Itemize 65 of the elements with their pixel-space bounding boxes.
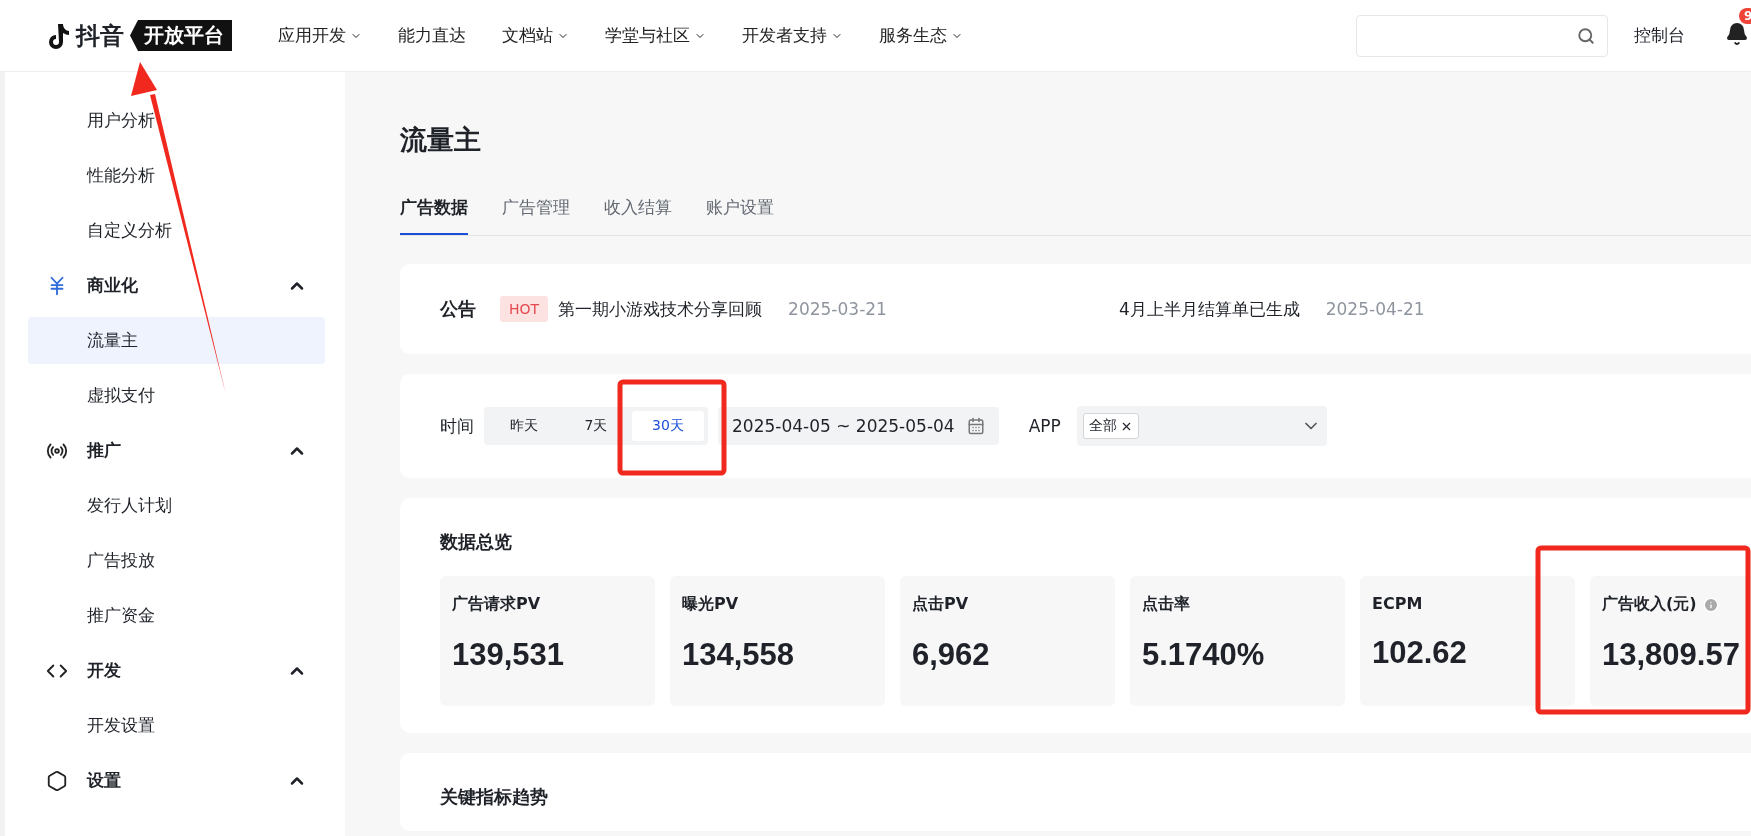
sidebar-item[interactable]: 用户分析	[28, 97, 325, 144]
sidebar-item[interactable]: 广告投放	[28, 537, 325, 584]
calendar-icon	[966, 417, 985, 435]
console-link[interactable]: 控制台	[1634, 24, 1685, 47]
hot-tag: HOT	[500, 296, 549, 322]
sidebar-group-label: 商业化	[87, 274, 138, 297]
announcement-link[interactable]: 4月上半月结算单已生成	[1118, 297, 1300, 321]
announcement-date: 2025-03-21	[788, 299, 887, 319]
section-title: 关键指标趋势	[440, 785, 549, 809]
hexagon-icon	[46, 769, 68, 792]
brand-name: 抖音	[76, 20, 124, 52]
metric-label: 曝光PV	[682, 594, 739, 615]
metric-value: 6,962	[912, 637, 991, 673]
sidebar-group[interactable]: 开发	[28, 647, 325, 694]
notification-count: 9	[1739, 7, 1751, 24]
tab[interactable]: 广告数据	[400, 196, 468, 235]
app-label: APP	[1028, 416, 1061, 436]
search-icon	[1577, 26, 1595, 45]
metric-label: 广告请求PV	[452, 594, 541, 615]
sidebar-item[interactable]: 开发设置	[28, 702, 325, 749]
tab[interactable]: 账户设置	[706, 196, 774, 235]
range-option[interactable]: 昨天	[488, 411, 560, 441]
platform-badge: 开放平台	[130, 20, 232, 51]
range-option[interactable]: 30天	[632, 411, 704, 441]
announcement-date: 2025-04-21	[1325, 299, 1425, 319]
sidebar-group[interactable]: 商业化	[28, 262, 325, 309]
sidebar-group-label: 设置	[87, 769, 121, 792]
bell-icon[interactable]	[1725, 21, 1749, 46]
section-title: 数据总览	[440, 530, 513, 554]
metric-label: ECPM	[1372, 594, 1423, 613]
metric-label: 点击率	[1142, 594, 1190, 615]
sidebar-item[interactable]: 发行人计划	[28, 482, 325, 529]
sidebar-item[interactable]: 自定义分析	[28, 207, 325, 254]
app-select[interactable]: 全部	[1076, 406, 1327, 446]
announcement-link[interactable]: 第一期小游戏技术分享回顾	[558, 297, 763, 321]
announcement-label: 公告	[440, 297, 476, 321]
sidebar-item[interactable]: 流量主	[28, 317, 325, 364]
page-title: 流量主	[400, 123, 482, 157]
metric-label: 广告收入(元)	[1602, 594, 1697, 615]
nav-link[interactable]: 服务生态	[861, 24, 981, 47]
app-tag[interactable]: 全部	[1082, 413, 1139, 439]
tab[interactable]: 广告管理	[502, 196, 570, 235]
sidebar-group-label: 开发	[87, 659, 121, 682]
time-label: 时间	[440, 414, 474, 438]
sidebar-item[interactable]: 推广资金	[28, 592, 325, 639]
nav-link[interactable]: 文档站	[484, 24, 587, 47]
tab[interactable]: 收入结算	[604, 196, 672, 235]
date-range-field[interactable]: 2025-04-05 ~ 2025-05-04	[718, 407, 999, 445]
sidebar-group[interactable]: 推广	[28, 427, 325, 474]
sidebar-item[interactable]: 性能分析	[28, 152, 325, 199]
metric-label: 点击PV	[912, 594, 969, 615]
sidebar-item[interactable]: 虚拟支付	[28, 372, 325, 419]
nav-link[interactable]: 开发者支持	[724, 24, 861, 47]
sidebar-group-label: 推广	[87, 439, 121, 462]
sidebar-group[interactable]: 设置	[28, 757, 325, 804]
nav-link[interactable]: 学堂与社区	[587, 24, 724, 47]
metric-value: 102.62	[1372, 635, 1468, 671]
metric-value: 134,558	[682, 637, 796, 673]
search-field[interactable]	[1356, 14, 1608, 57]
metric-value: 139,531	[452, 637, 566, 673]
metric-value: 5.1740%	[1142, 637, 1266, 673]
range-option[interactable]: 7天	[560, 411, 632, 441]
metric-value: 13,809.57	[1602, 637, 1741, 673]
nav-link[interactable]: 应用开发	[260, 24, 380, 47]
nav-link[interactable]: 能力直达	[380, 24, 484, 47]
